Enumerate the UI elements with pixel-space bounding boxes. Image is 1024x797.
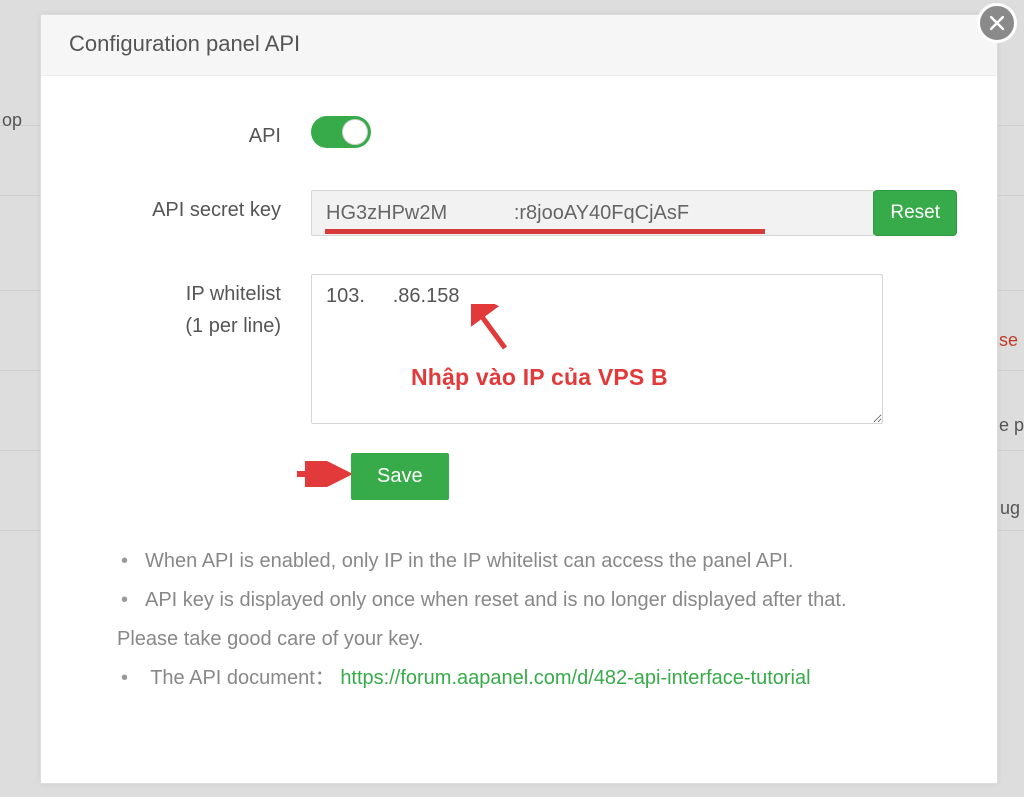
api-toggle[interactable] — [311, 116, 371, 148]
note-item: API key is displayed only once when rese… — [117, 581, 921, 620]
bg-text: ор — [2, 110, 22, 131]
toggle-knob — [342, 119, 368, 145]
annotation-underline — [325, 229, 765, 234]
modal-header: Configuration panel API — [41, 15, 997, 76]
annotation-arrow-icon — [295, 461, 351, 487]
secret-key-label: API secret key — [81, 190, 311, 226]
modal-title: Configuration panel API — [69, 31, 969, 57]
whitelist-label: IP whitelist (1 per line) — [81, 274, 311, 342]
close-button[interactable] — [977, 3, 1017, 43]
note-item: When API is enabled, only IP in the IP w… — [117, 542, 921, 581]
close-icon — [987, 13, 1007, 33]
bg-text: se — [999, 330, 1018, 351]
api-label: API — [81, 116, 311, 152]
note-item: The API document： https://forum.aapanel.… — [117, 659, 921, 698]
notes-section: When API is enabled, only IP in the IP w… — [81, 542, 957, 698]
reset-button[interactable]: Reset — [873, 190, 957, 236]
note-text: Please take good care of your key. — [117, 620, 921, 659]
ip-whitelist-textarea[interactable]: 103. .86.158 — [311, 274, 883, 424]
api-doc-link[interactable]: https://forum.aapanel.com/d/482-api-inte… — [340, 667, 810, 689]
save-button[interactable]: Save — [351, 453, 449, 500]
bg-text: ug — [1000, 498, 1020, 519]
form-area: API API secret key Reset IP whitelist (1… — [41, 76, 997, 708]
config-api-modal: Configuration panel API API API secret k… — [40, 14, 998, 784]
